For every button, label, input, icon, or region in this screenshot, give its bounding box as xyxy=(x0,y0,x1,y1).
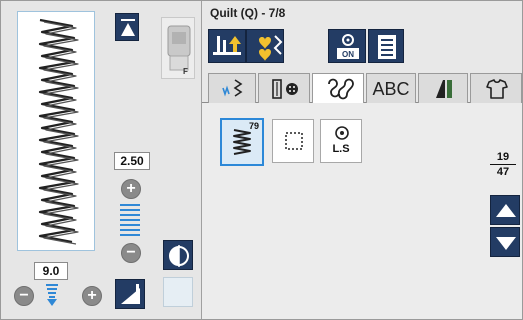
utility-stitch-icon xyxy=(222,79,243,97)
tab-utility-stitches[interactable] xyxy=(208,73,256,103)
pattern-selection-panel: Quilt (Q) - 7/8 ON ABC 79 L.S 19 47 xyxy=(201,1,522,319)
sewing-machine-screen: F 2.50 + − 9.0 − + Quilt (Q) - 7/8 ON AB… xyxy=(0,0,523,320)
twin-needle-button[interactable] xyxy=(115,279,145,309)
arrow-up-bar-icon xyxy=(121,19,135,36)
memory-list-icon xyxy=(378,35,396,59)
pattern-tile-blank[interactable] xyxy=(272,119,314,163)
stitch-preview xyxy=(17,11,95,251)
svg-text:ON: ON xyxy=(342,50,354,59)
page-total: 47 xyxy=(496,166,510,178)
pivot-on-icon: ON xyxy=(337,34,359,59)
pivot-on-button[interactable]: ON xyxy=(328,29,366,63)
length-decrease-button[interactable]: − xyxy=(14,286,34,306)
presser-foot-lift-icon xyxy=(213,36,241,55)
page-current: 19 xyxy=(490,151,516,165)
tab-letters[interactable]: ABC xyxy=(366,73,416,103)
memory-button[interactable] xyxy=(368,29,404,63)
presser-foot-label: F xyxy=(183,67,188,76)
presser-foot-indicator xyxy=(161,17,195,79)
locking-stitch-icon xyxy=(335,126,349,140)
stitch-settings-panel: F 2.50 + − 9.0 − + xyxy=(1,1,201,319)
plus-icon: + xyxy=(87,287,97,304)
shirt-icon xyxy=(486,79,508,99)
pattern-category-tabs: ABC xyxy=(202,73,522,104)
dotted-square-icon xyxy=(285,132,303,150)
decorative-stitch-icon xyxy=(328,78,354,100)
scroll-up-button[interactable] xyxy=(490,195,520,225)
page-counter: 19 47 xyxy=(490,151,516,179)
stitch-preview-pattern xyxy=(38,18,79,245)
tab-garment[interactable] xyxy=(470,73,522,103)
scroll-down-button[interactable] xyxy=(490,227,520,257)
tab-letters-label: ABC xyxy=(372,79,410,99)
length-increase-button[interactable]: + xyxy=(82,286,102,306)
pattern-tile-locking-stitch[interactable]: L.S xyxy=(320,119,362,163)
needle-stop-heart-button[interactable] xyxy=(246,29,284,63)
page-title: Quilt (Q) - 7/8 xyxy=(202,1,522,25)
pattern-tile-selected[interactable]: 79 xyxy=(220,118,264,166)
width-decrease-button[interactable]: − xyxy=(121,243,141,263)
slanted-needle-icon xyxy=(121,284,140,304)
triangle-down-icon xyxy=(496,237,516,250)
disabled-tool-slot xyxy=(286,29,324,63)
buttonhole-icon xyxy=(272,79,298,99)
minus-icon: − xyxy=(126,244,136,261)
plus-icon: + xyxy=(126,180,136,197)
mirror-icon xyxy=(169,245,189,267)
width-increase-button[interactable]: + xyxy=(121,179,141,199)
inactive-key xyxy=(163,277,193,307)
minus-icon: − xyxy=(19,287,29,304)
triangle-up-icon xyxy=(496,204,516,217)
tab-quilt-art[interactable] xyxy=(418,73,468,103)
stitch-length-value: 9.0 xyxy=(34,262,68,280)
tab-buttonholes[interactable] xyxy=(258,73,310,103)
presser-foot-lift-button[interactable] xyxy=(208,29,246,63)
tab-decorative-stitches[interactable] xyxy=(312,73,364,104)
pattern-number: 79 xyxy=(248,121,259,131)
quilt-shape-icon xyxy=(436,80,452,98)
presser-foot-icon xyxy=(167,25,191,71)
pattern-grid: 79 L.S 19 47 xyxy=(202,103,522,319)
stitch-length-indicator-icon xyxy=(46,284,58,306)
stitch-width-value: 2.50 xyxy=(114,152,150,170)
locking-stitch-label: L.S xyxy=(332,143,350,155)
hearts-pattern-icon xyxy=(259,35,283,61)
mirror-image-button[interactable] xyxy=(163,240,193,270)
stitch-width-indicator-icon xyxy=(120,204,140,238)
needle-top-stop-button[interactable] xyxy=(115,13,139,41)
